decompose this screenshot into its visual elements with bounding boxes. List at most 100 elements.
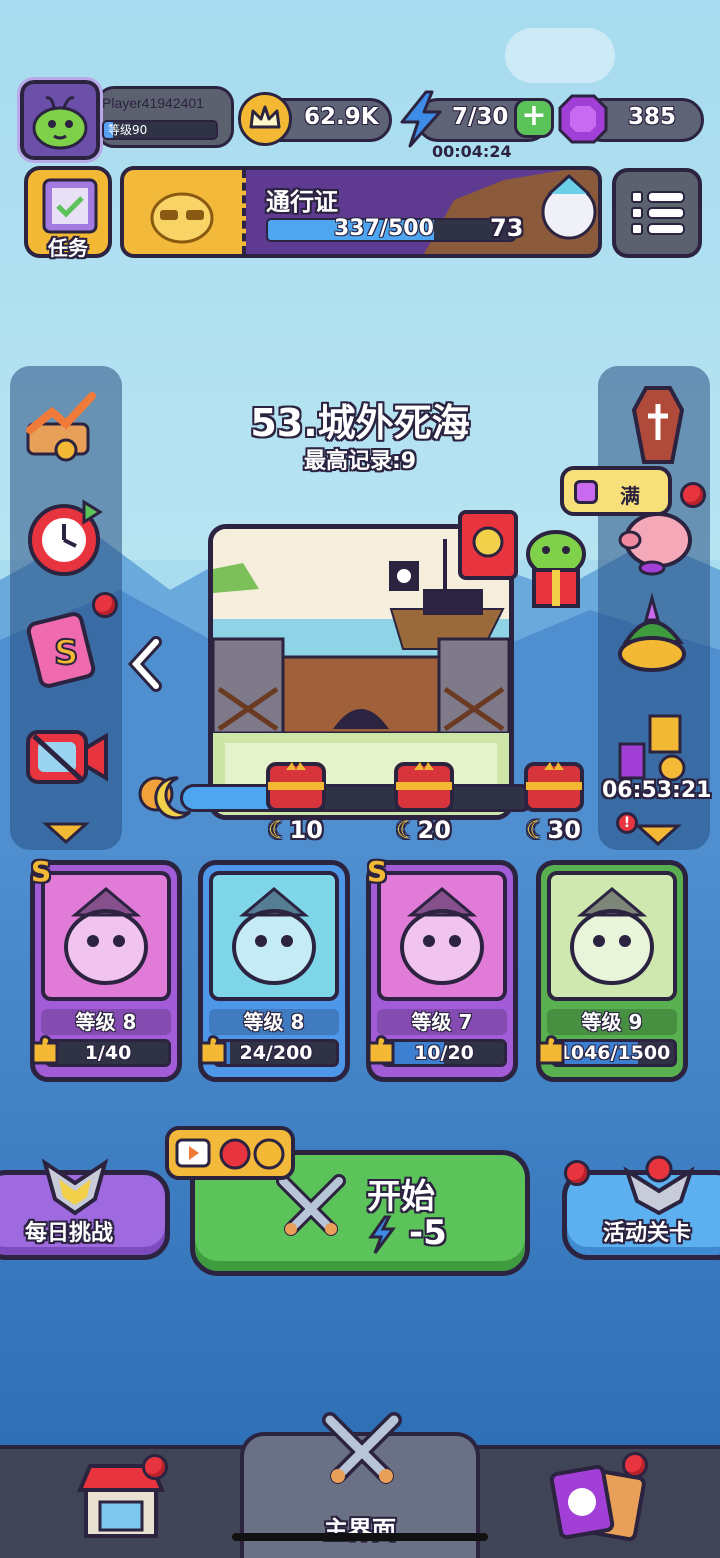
moon-icon: ☾ <box>526 816 548 844</box>
avatar[interactable] <box>17 77 103 163</box>
hero-card[interactable]: 等级 9 1046/1500 <box>536 860 688 1082</box>
pass-title: 通行证 <box>266 188 338 216</box>
s-card-icon[interactable]: S <box>24 610 108 690</box>
chest-icon <box>394 762 454 812</box>
notification-dot <box>564 1160 590 1186</box>
player-name: Player41942401 <box>102 95 204 111</box>
puzzle-piece-icon <box>199 1035 227 1065</box>
hero-shard-text: 1/40 <box>84 1042 132 1064</box>
hero-portrait <box>377 871 507 1001</box>
crown-coin-icon <box>238 92 292 146</box>
pass-ticket <box>124 170 246 254</box>
level-title: 53.城外死海 <box>250 401 470 445</box>
notification-dot <box>622 1452 648 1478</box>
gems-value: 385 <box>628 104 677 130</box>
reward-chest-1[interactable] <box>264 756 328 820</box>
chest-threshold-2: ☾20 <box>396 816 451 844</box>
crossed-swords-icon <box>322 1412 402 1484</box>
no-ads-camera-icon[interactable] <box>22 722 110 792</box>
coins-value: 62.9K <box>304 104 379 130</box>
hero-icon <box>570 887 654 985</box>
hero-shard-progress: 1046/1500 <box>551 1039 677 1067</box>
hero-portrait <box>41 871 171 1001</box>
hero-shard-text: 24/200 <box>239 1042 313 1064</box>
event-timer: 06:53:21 <box>602 778 712 803</box>
hero-portrait <box>209 871 339 1001</box>
list-menu-icon <box>631 191 685 235</box>
energy-timer: 00:04:24 <box>432 142 512 161</box>
lightning-energy-icon <box>400 90 442 148</box>
gem-icon <box>574 480 598 504</box>
hero-card[interactable]: 等级 8 24/200 <box>198 860 350 1082</box>
hero-rank: S <box>31 855 52 888</box>
menu-button[interactable] <box>612 168 702 258</box>
chest-icon <box>524 762 584 812</box>
hero-shard-progress: 1/40 <box>45 1039 171 1067</box>
pass-progress-text: 337/500 <box>334 216 434 241</box>
crossed-swords-icon <box>276 1174 346 1236</box>
puzzle-piece-icon <box>367 1035 395 1065</box>
moon-icon: ☾ <box>268 816 290 844</box>
daily-challenge-button[interactable]: 每日挑战 <box>0 1158 170 1260</box>
wave-progress-bar <box>180 784 535 812</box>
chest-threshold-3: ☾30 <box>526 816 581 844</box>
notification-dot <box>92 592 118 618</box>
chevron-down-icon[interactable] <box>634 822 682 846</box>
hero-level: 等级 8 <box>209 1009 339 1035</box>
chevron-down-icon[interactable] <box>42 820 90 844</box>
add-energy-button[interactable]: + <box>514 98 554 138</box>
piggy-bank-icon[interactable] <box>612 500 698 580</box>
lightning-energy-icon <box>368 1215 396 1254</box>
hero-shard-text: 10/20 <box>414 1042 474 1064</box>
puzzle-gifts-icon[interactable] <box>610 706 698 786</box>
hero-rank: S <box>367 855 388 888</box>
event-level-button[interactable]: 活动关卡 <box>562 1155 720 1260</box>
wave-progress-fill <box>183 787 274 809</box>
moon-icon: ☾ <box>396 816 418 844</box>
start-energy-cost: -5 <box>409 1213 447 1253</box>
level-record: 最高记录:9 <box>303 449 417 474</box>
hero-shard-progress: 24/200 <box>213 1039 339 1067</box>
reward-chest-2[interactable] <box>392 756 456 820</box>
energy-value: 7/30 <box>452 104 509 130</box>
notification-dot <box>142 1454 168 1480</box>
task-label: 任务 <box>48 236 88 260</box>
hero-shard-progress: 10/20 <box>381 1039 507 1067</box>
hero-portrait <box>547 871 677 1001</box>
hero-card[interactable]: 等级 8 1/40 S <box>30 855 182 1082</box>
event-level-label: 活动关卡 <box>603 1221 692 1246</box>
battle-pass-banner[interactable]: 通行证 337/500 73 <box>120 166 602 258</box>
puzzle-piece-icon <box>31 1035 59 1065</box>
plus-icon: + <box>521 98 547 133</box>
winged-sword-icon <box>623 1155 695 1216</box>
gem-icon <box>558 94 608 144</box>
chest-threshold-1: ☾10 <box>268 816 323 844</box>
sunglasses-slime-icon <box>150 192 214 244</box>
hero-shard-text: 1046/1500 <box>557 1042 671 1064</box>
genie-icon[interactable] <box>606 592 700 682</box>
puzzle-piece-icon <box>537 1035 565 1065</box>
daily-challenge-label: 每日挑战 <box>25 1221 114 1246</box>
player-level-label: 等级90 <box>108 123 148 137</box>
hero-icon <box>232 887 316 985</box>
ad-boost-badge[interactable] <box>165 1126 295 1180</box>
home-indicator[interactable] <box>232 1533 488 1541</box>
cloud <box>505 28 615 83</box>
hero-icon <box>400 887 484 985</box>
gift-slime-icon[interactable] <box>512 514 598 614</box>
pass-level: 73 <box>490 214 524 242</box>
video-boost-icons <box>175 1138 285 1170</box>
reward-chest-3[interactable] <box>522 756 586 820</box>
clipboard-icon <box>42 178 98 234</box>
chevron-left-icon[interactable] <box>126 636 166 692</box>
svg-text:S: S <box>54 633 79 673</box>
hero-card[interactable]: 等级 7 10/20 S <box>366 855 518 1082</box>
start-label: 开始 <box>367 1177 435 1217</box>
hero-icon <box>64 887 148 985</box>
target-timer-icon[interactable] <box>24 496 108 580</box>
shield-badge-icon <box>41 1158 109 1216</box>
slime-icon <box>32 96 88 150</box>
chest-icon <box>266 762 326 812</box>
task-button[interactable]: 任务 <box>24 166 112 260</box>
hero-level: 等级 7 <box>377 1009 507 1035</box>
